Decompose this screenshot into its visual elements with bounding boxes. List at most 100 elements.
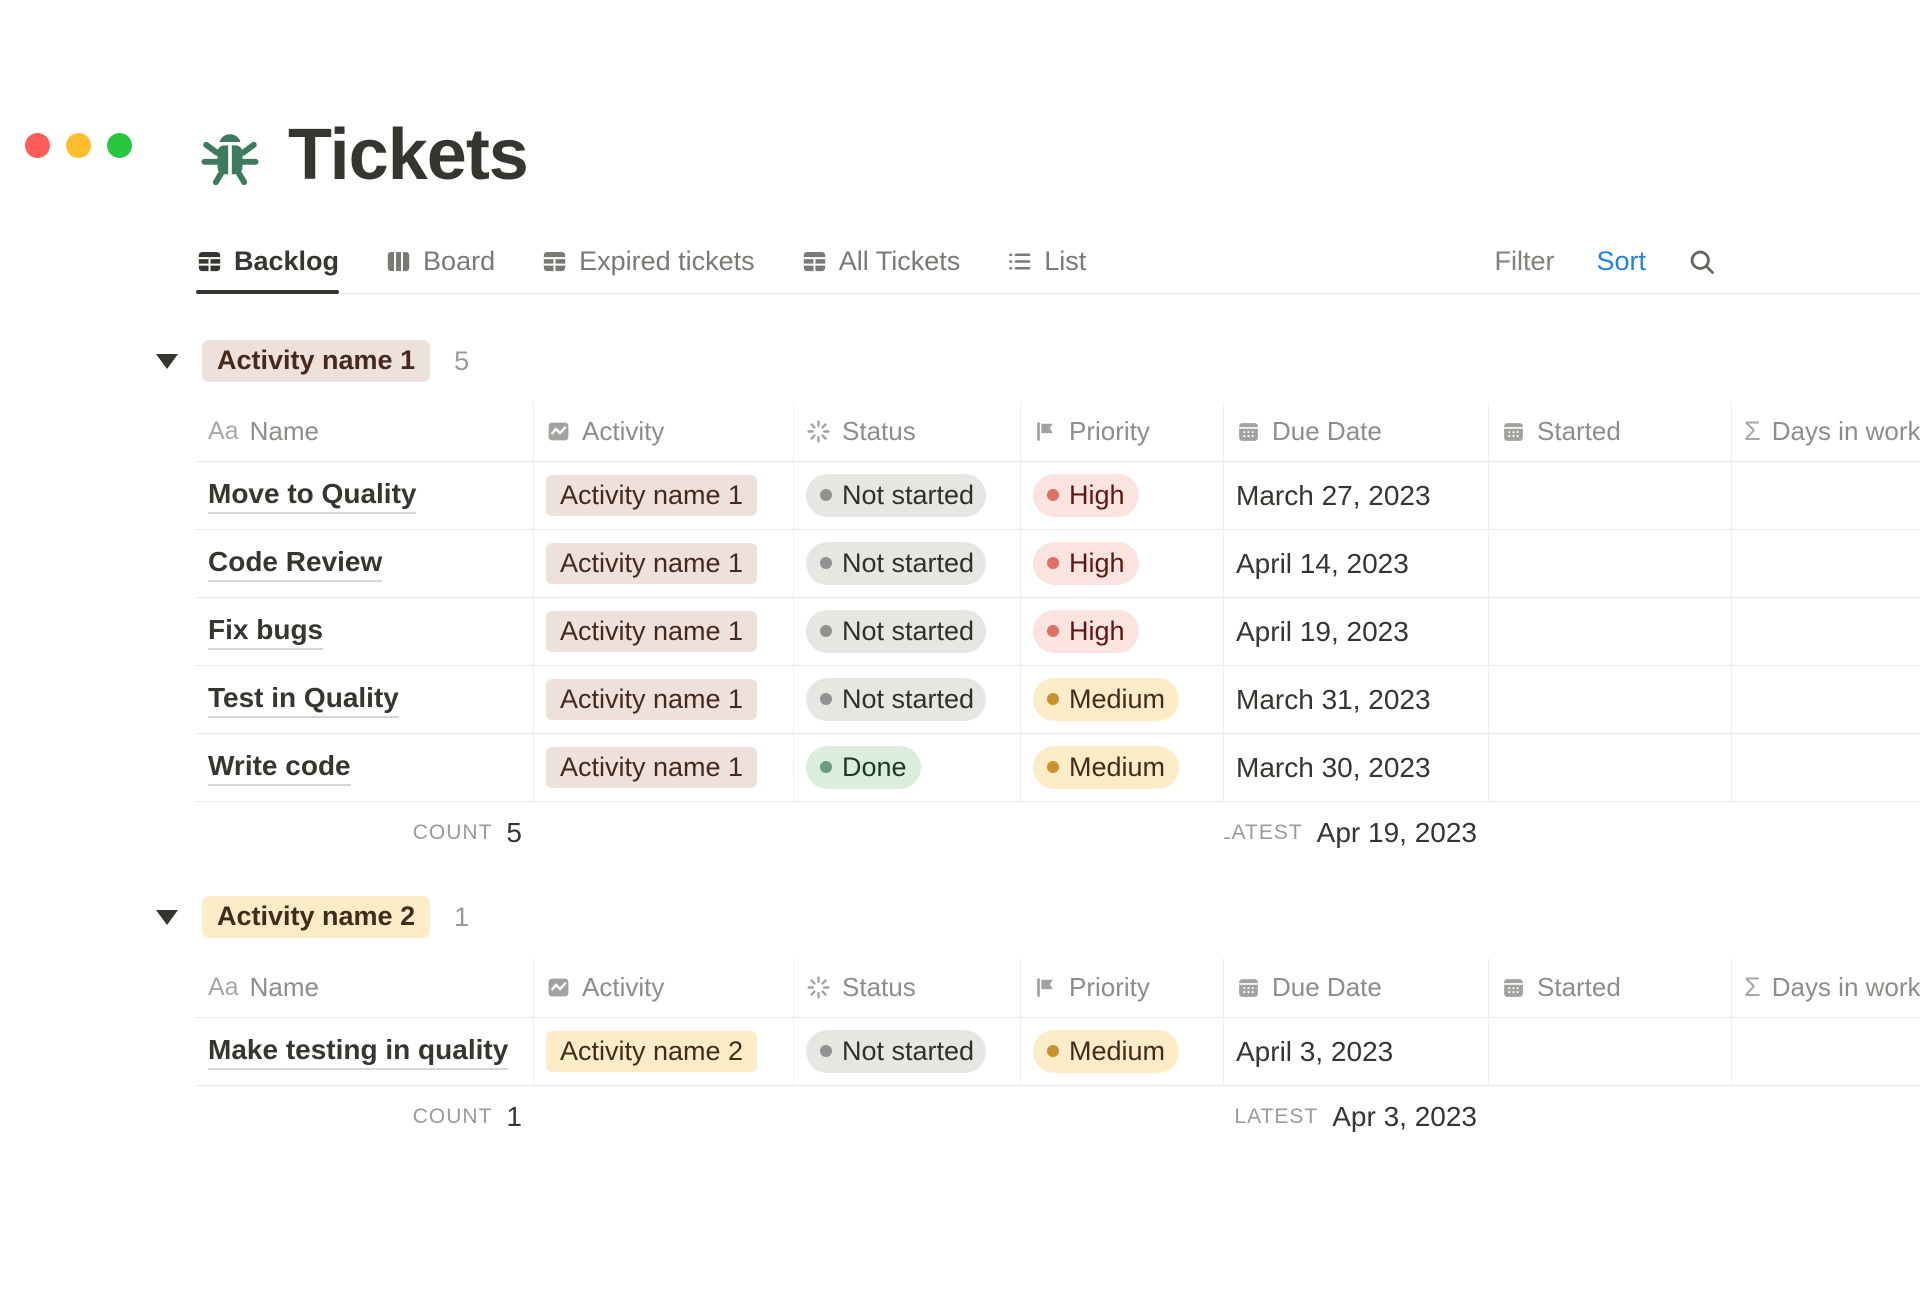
started-cell[interactable] [1489,734,1732,801]
status-pill: Not started [806,1030,986,1072]
due-date-cell[interactable]: April 19, 2023 [1224,598,1489,665]
aggregate-row: COUNT 1 LATEST Apr 3, 2023 [196,1086,1920,1148]
days-in-work-cell[interactable] [1732,1018,1920,1085]
sigma-icon: Σ [1744,972,1761,1003]
tab-all-tickets[interactable]: All Tickets [801,230,961,293]
status-dot [820,761,832,773]
filter-button[interactable]: Filter [1494,246,1554,277]
due-date-cell[interactable]: March 30, 2023 [1224,734,1489,801]
status-cell[interactable]: Done [794,734,1021,801]
activity-cell[interactable]: Activity name 1 [534,530,794,597]
collapse-group-toggle[interactable] [156,910,178,925]
group-count: 5 [454,346,469,377]
search-button[interactable] [1688,248,1716,276]
started-cell[interactable] [1489,666,1732,733]
days-in-work-cell[interactable] [1732,598,1920,665]
flag-icon [1033,975,1058,1000]
priority-cell[interactable]: High [1021,530,1224,597]
group-activity-name-2: Activity name 2 1 Aa Name Activity [0,896,1920,1148]
column-header-status[interactable]: Status [794,402,1021,461]
collapse-group-toggle[interactable] [156,354,178,369]
due-date-cell[interactable]: March 27, 2023 [1224,462,1489,529]
group-header: Activity name 1 5 [156,340,1920,382]
column-header-days-in-work[interactable]: Σ Days in work [1732,402,1920,461]
priority-cell[interactable]: High [1021,598,1224,665]
activity-cell[interactable]: Activity name 1 [534,598,794,665]
table-header-row: Aa Name Activity Status [196,958,1920,1018]
page-title[interactable]: Tickets [288,119,528,191]
ticket-name-cell[interactable]: Test in Quality [196,666,534,733]
ticket-name: Move to Quality [208,478,416,514]
latest-aggregate[interactable]: LATEST Apr 3, 2023 [1224,1086,1489,1148]
ticket-name: Fix bugs [208,614,323,650]
page-header: Tickets [196,112,1920,198]
started-cell[interactable] [1489,530,1732,597]
days-in-work-cell[interactable] [1732,734,1920,801]
status-cell[interactable]: Not started [794,530,1021,597]
due-date-cell[interactable]: March 31, 2023 [1224,666,1489,733]
ticket-name: Test in Quality [208,682,399,718]
tab-list[interactable]: List [1006,230,1086,293]
activity-cell[interactable]: Activity name 1 [534,462,794,529]
started-cell[interactable] [1489,598,1732,665]
tab-backlog[interactable]: Backlog [196,230,339,293]
activity-pill: Activity name 1 [546,543,757,583]
tab-expired-tickets[interactable]: Expired tickets [541,230,755,293]
started-cell[interactable] [1489,1018,1732,1085]
column-header-started[interactable]: Started [1489,958,1732,1017]
zoom-window-button[interactable] [107,133,132,158]
board-icon [385,248,412,275]
column-header-priority[interactable]: Priority [1021,402,1224,461]
calendar-icon [1236,419,1261,444]
group-title-pill[interactable]: Activity name 1 [202,340,430,381]
column-header-activity[interactable]: Activity [534,402,794,461]
days-in-work-cell[interactable] [1732,666,1920,733]
count-aggregate[interactable]: COUNT 5 [196,802,534,864]
priority-dot [1047,625,1059,637]
group-title-pill[interactable]: Activity name 2 [202,896,430,937]
priority-cell[interactable]: Medium [1021,1018,1224,1085]
column-header-days-in-work[interactable]: Σ Days in work [1732,958,1920,1017]
close-window-button[interactable] [25,133,50,158]
column-header-priority[interactable]: Priority [1021,958,1224,1017]
table-icon [541,248,568,275]
days-in-work-cell[interactable] [1732,530,1920,597]
activity-cell[interactable]: Activity name 1 [534,734,794,801]
status-cell[interactable]: Not started [794,666,1021,733]
column-header-due-date[interactable]: Due Date [1224,958,1489,1017]
ticket-name-cell[interactable]: Write code [196,734,534,801]
column-header-activity[interactable]: Activity [534,958,794,1017]
priority-pill: Medium [1033,746,1179,788]
latest-aggregate[interactable]: LATEST Apr 19, 2023 [1224,802,1489,864]
aggregate-row: COUNT 5 LATEST Apr 19, 2023 [196,802,1920,864]
status-cell[interactable]: Not started [794,1018,1021,1085]
sort-button[interactable]: Sort [1596,246,1646,277]
priority-cell[interactable]: Medium [1021,666,1224,733]
ticket-name-cell[interactable]: Fix bugs [196,598,534,665]
priority-cell[interactable]: Medium [1021,734,1224,801]
minimize-window-button[interactable] [66,133,91,158]
status-cell[interactable]: Not started [794,598,1021,665]
column-header-due-date[interactable]: Due Date [1224,402,1489,461]
activity-cell[interactable]: Activity name 2 [534,1018,794,1085]
priority-dot [1047,761,1059,773]
bug-icon[interactable] [196,121,264,189]
priority-cell[interactable]: High [1021,462,1224,529]
ticket-name-cell[interactable]: Move to Quality [196,462,534,529]
days-in-work-cell[interactable] [1732,462,1920,529]
started-cell[interactable] [1489,462,1732,529]
column-header-name[interactable]: Aa Name [196,958,534,1017]
status-cell[interactable]: Not started [794,462,1021,529]
tab-board[interactable]: Board [385,230,495,293]
ticket-name-cell[interactable]: Make testing in quality [196,1018,534,1085]
column-header-name[interactable]: Aa Name [196,402,534,461]
group-header: Activity name 2 1 [156,896,1920,938]
column-header-status[interactable]: Status [794,958,1021,1017]
due-date-cell[interactable]: April 3, 2023 [1224,1018,1489,1085]
activity-cell[interactable]: Activity name 1 [534,666,794,733]
column-header-started[interactable]: Started [1489,402,1732,461]
count-aggregate[interactable]: COUNT 1 [196,1086,534,1148]
status-pill: Not started [806,542,986,584]
due-date-cell[interactable]: April 14, 2023 [1224,530,1489,597]
ticket-name-cell[interactable]: Code Review [196,530,534,597]
